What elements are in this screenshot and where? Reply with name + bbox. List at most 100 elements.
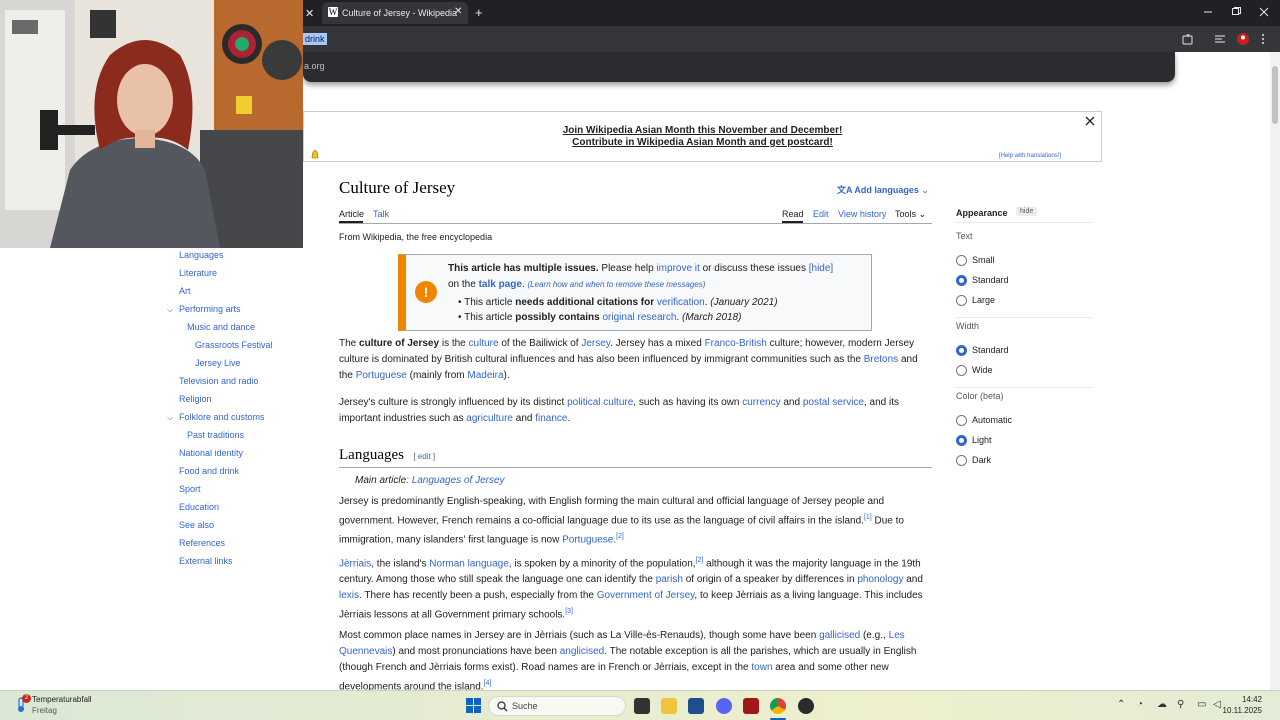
color-option-label[interactable]: Light — [972, 435, 992, 445]
scrollbar-thumb[interactable] — [1272, 66, 1278, 124]
anglicised-link[interactable]: anglicised — [560, 646, 604, 657]
prev-tab-close-icon[interactable]: ✕ — [305, 7, 314, 20]
chrome-icon[interactable] — [770, 698, 786, 714]
text-radio[interactable] — [956, 295, 967, 306]
tray-mic-icon[interactable]: ⚲ — [1177, 699, 1184, 710]
bretons-link[interactable]: Bretons — [864, 354, 898, 365]
maximize-icon[interactable] — [1231, 6, 1241, 20]
toc-item[interactable]: Religion — [179, 394, 212, 404]
toc-item[interactable]: Education — [179, 502, 219, 512]
tray-chevron-icon[interactable]: ⌃ — [1117, 699, 1125, 710]
tray-display-icon[interactable]: ▭ — [1197, 699, 1206, 710]
agriculture-link[interactable]: agriculture — [466, 413, 513, 424]
width-option-label[interactable]: Standard — [972, 345, 1009, 355]
store-icon[interactable] — [688, 698, 704, 714]
citation-4[interactable]: [4] — [484, 680, 492, 687]
text-option-label[interactable]: Small — [972, 255, 995, 265]
franco-british-link[interactable]: Franco-British — [705, 338, 767, 349]
tools-menu[interactable]: Tools ⌄ — [895, 209, 926, 220]
banner-line-1[interactable]: Join Wikipedia Asian Month this November… — [304, 125, 1101, 136]
tab-read[interactable]: Read — [782, 209, 804, 219]
discord-icon[interactable] — [716, 698, 732, 714]
toc-item[interactable]: Art — [179, 286, 191, 296]
file-explorer-icon[interactable] — [661, 698, 677, 714]
toc-item[interactable]: External links — [179, 556, 233, 566]
toc-item[interactable]: Past traditions — [187, 430, 244, 440]
minimize-icon[interactable] — [1203, 6, 1213, 20]
verification-link[interactable]: verification — [657, 297, 705, 308]
phonology-link[interactable]: phonology — [857, 574, 903, 585]
clock-date[interactable]: 10.11.2025 — [1218, 706, 1262, 715]
color-option-label[interactable]: Dark — [972, 455, 991, 465]
windows-start-icon[interactable] — [466, 698, 481, 716]
toc-item[interactable]: Performing arts — [179, 304, 241, 314]
toc-item[interactable]: Literature — [179, 268, 217, 278]
jersey-link[interactable]: Jersey — [581, 338, 610, 349]
town-link[interactable]: town — [751, 662, 772, 673]
tab-close-icon[interactable]: ✕ — [454, 6, 462, 17]
page-scrollbar[interactable] — [1270, 52, 1280, 690]
weather-title[interactable]: Temperaturabfall — [32, 695, 92, 704]
banner-line-2[interactable]: Contribute in Wikipedia Asian Month and … — [304, 137, 1101, 148]
color-radio[interactable] — [956, 415, 967, 426]
new-tab-button[interactable]: + — [475, 5, 483, 20]
toc-collapse-chevron-icon[interactable]: ⌵ — [167, 413, 173, 423]
citation-3[interactable]: [3] — [565, 608, 573, 615]
citation-1[interactable]: [1] — [864, 514, 872, 521]
clock-time[interactable]: 14:42 — [1218, 695, 1262, 704]
edit-section-link[interactable]: edit — [418, 452, 431, 461]
add-languages-button[interactable]: 文A Add languages ⌄ — [837, 183, 929, 196]
window-close-icon[interactable] — [1259, 6, 1269, 20]
norman-language-link[interactable]: Norman language — [429, 558, 509, 569]
obs-icon[interactable] — [798, 698, 814, 714]
tab-edit[interactable]: Edit — [813, 209, 829, 219]
tab-view-history[interactable]: View history — [838, 209, 886, 219]
color-radio[interactable] — [956, 435, 967, 446]
text-option-label[interactable]: Standard — [972, 275, 1009, 285]
toc-item[interactable]: Television and radio — [179, 376, 259, 386]
jerriais-link[interactable]: Jèrriais — [339, 558, 371, 569]
postal-service-link[interactable]: postal service — [803, 397, 864, 408]
toc-item[interactable]: National identity — [179, 448, 243, 458]
color-radio[interactable] — [956, 455, 967, 466]
banner-close-icon[interactable] — [1085, 115, 1095, 129]
portuguese-language-link[interactable]: Portuguese — [562, 535, 613, 546]
parish-link[interactable]: parish — [656, 574, 683, 585]
color-option-label[interactable]: Automatic — [972, 415, 1012, 425]
omnibox-selected-text[interactable]: drink — [303, 33, 327, 45]
ambox-hide-link[interactable]: [hide] — [809, 263, 833, 274]
width-radio[interactable] — [956, 365, 967, 376]
text-option-label[interactable]: Large — [972, 295, 995, 305]
currency-link[interactable]: currency — [742, 397, 780, 408]
width-option-label[interactable]: Wide — [972, 365, 993, 375]
profile-avatar-icon[interactable] — [1236, 32, 1250, 49]
task-view-icon[interactable] — [634, 698, 650, 714]
tray-network-icon[interactable]: ◔ — [1137, 699, 1143, 710]
political-culture-link[interactable]: political culture — [567, 397, 633, 408]
tray-bluetooth-icon[interactable]: ☁ — [1157, 699, 1167, 710]
gallicised-link[interactable]: gallicised — [819, 630, 860, 641]
toc-item[interactable]: Languages — [179, 250, 224, 260]
toc-item[interactable]: Folklore and customs — [179, 412, 265, 422]
toc-item[interactable]: References — [179, 538, 225, 548]
banner-help-link[interactable]: [Help with translations!] — [999, 153, 1061, 159]
tab-talk[interactable]: Talk — [373, 209, 389, 219]
toc-item[interactable]: Sport — [179, 484, 201, 494]
taskbar-search-box[interactable]: Suche — [488, 696, 626, 716]
finance-link[interactable]: finance — [535, 413, 567, 424]
appearance-hide-button[interactable]: hide — [1016, 207, 1038, 216]
lexis-link[interactable]: lexis — [339, 590, 359, 601]
government-of-jersey-link[interactable]: Government of Jersey — [597, 590, 695, 601]
culture-link[interactable]: culture — [469, 338, 499, 349]
text-radio[interactable] — [956, 275, 967, 286]
les-quennevais-link[interactable]: Les — [889, 630, 905, 641]
madeira-link[interactable]: Madeira — [467, 370, 503, 381]
citation-2[interactable]: [2] — [616, 533, 624, 540]
talk-page-link[interactable]: talk page — [479, 279, 522, 290]
toc-item[interactable]: Music and dance — [187, 322, 255, 332]
toc-item[interactable]: Food and drink — [179, 466, 239, 476]
tab-article[interactable]: Article — [339, 209, 364, 219]
chrome-menu-icon[interactable] — [1260, 33, 1266, 48]
portuguese-link[interactable]: Portuguese — [356, 370, 407, 381]
improve-it-link[interactable]: improve it — [656, 263, 699, 274]
